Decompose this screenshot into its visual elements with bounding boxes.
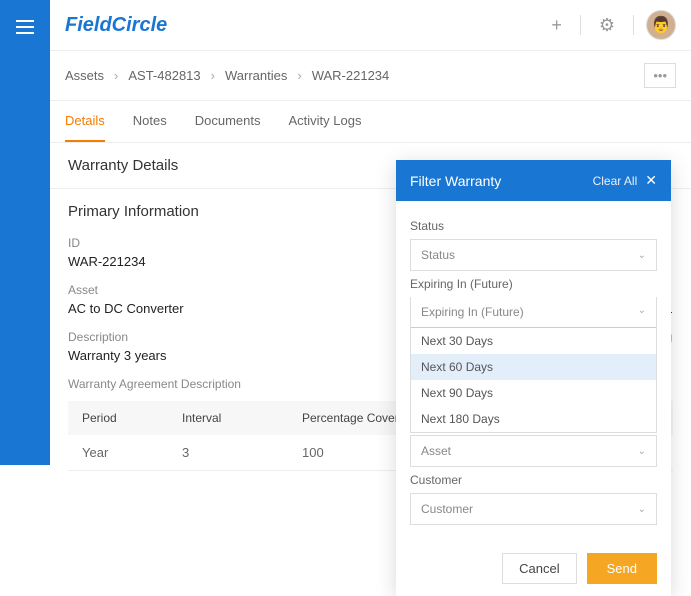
close-icon[interactable]: ✕ bbox=[645, 172, 657, 189]
expiring-placeholder: Expiring In (Future) bbox=[421, 305, 524, 319]
avatar[interactable]: 👨 bbox=[646, 10, 676, 40]
expiring-dropdown[interactable]: Expiring In (Future) ⌄ Next 30 Days Next… bbox=[410, 297, 657, 433]
divider bbox=[580, 15, 581, 35]
divider bbox=[633, 15, 634, 35]
customer-label: Customer bbox=[410, 473, 657, 487]
asset-placeholder: Asset bbox=[421, 444, 451, 458]
status-label: Status bbox=[410, 219, 657, 233]
option-30-days[interactable]: Next 30 Days bbox=[411, 328, 656, 354]
crumb-warranties[interactable]: Warranties bbox=[225, 68, 287, 83]
chevron-right-icon: › bbox=[114, 68, 118, 83]
add-icon[interactable]: + bbox=[545, 13, 568, 38]
gear-icon[interactable]: ⚙ bbox=[593, 13, 621, 38]
cell-period: Year bbox=[82, 445, 182, 460]
tab-details[interactable]: Details bbox=[65, 101, 105, 142]
cell-interval: 3 bbox=[182, 445, 302, 460]
chevron-down-icon: ⌄ bbox=[638, 305, 646, 319]
tab-documents[interactable]: Documents bbox=[195, 101, 261, 142]
customer-placeholder: Customer bbox=[421, 502, 473, 516]
chevron-down-icon: ⌄ bbox=[638, 250, 646, 261]
crumb-asset-id[interactable]: AST-482813 bbox=[128, 68, 200, 83]
more-actions-button[interactable]: ••• bbox=[644, 63, 676, 88]
status-placeholder: Status bbox=[421, 248, 455, 262]
hamburger-menu[interactable] bbox=[0, 0, 50, 465]
clear-all-button[interactable]: Clear All bbox=[593, 174, 638, 188]
breadcrumb: Assets › AST-482813 › Warranties › WAR-2… bbox=[50, 51, 691, 101]
crumb-assets[interactable]: Assets bbox=[65, 68, 104, 83]
panel-title: Filter Warranty bbox=[410, 173, 501, 189]
menu-icon bbox=[16, 20, 34, 34]
option-180-days[interactable]: Next 180 Days bbox=[411, 406, 656, 432]
chevron-down-icon: ⌄ bbox=[638, 446, 646, 457]
col-interval: Interval bbox=[182, 411, 302, 425]
status-select[interactable]: Status ⌄ bbox=[410, 239, 657, 271]
cancel-button[interactable]: Cancel bbox=[502, 553, 576, 584]
option-60-days[interactable]: Next 60 Days bbox=[411, 354, 656, 380]
tab-notes[interactable]: Notes bbox=[133, 101, 167, 142]
col-period: Period bbox=[82, 411, 182, 425]
filter-panel: Filter Warranty Clear All ✕ Status Statu… bbox=[396, 160, 671, 596]
chevron-down-icon: ⌄ bbox=[638, 504, 646, 515]
chevron-right-icon: › bbox=[297, 68, 301, 83]
chevron-right-icon: › bbox=[211, 68, 215, 83]
asset-select[interactable]: Asset ⌄ bbox=[410, 435, 657, 467]
tab-activity-logs[interactable]: Activity Logs bbox=[288, 101, 361, 142]
crumb-warranty-id[interactable]: WAR-221234 bbox=[312, 68, 390, 83]
expiring-label: Expiring In (Future) bbox=[410, 277, 657, 291]
send-button[interactable]: Send bbox=[587, 553, 657, 584]
logo: FieldCircle bbox=[65, 14, 167, 37]
customer-select[interactable]: Customer ⌄ bbox=[410, 493, 657, 525]
option-90-days[interactable]: Next 90 Days bbox=[411, 380, 656, 406]
